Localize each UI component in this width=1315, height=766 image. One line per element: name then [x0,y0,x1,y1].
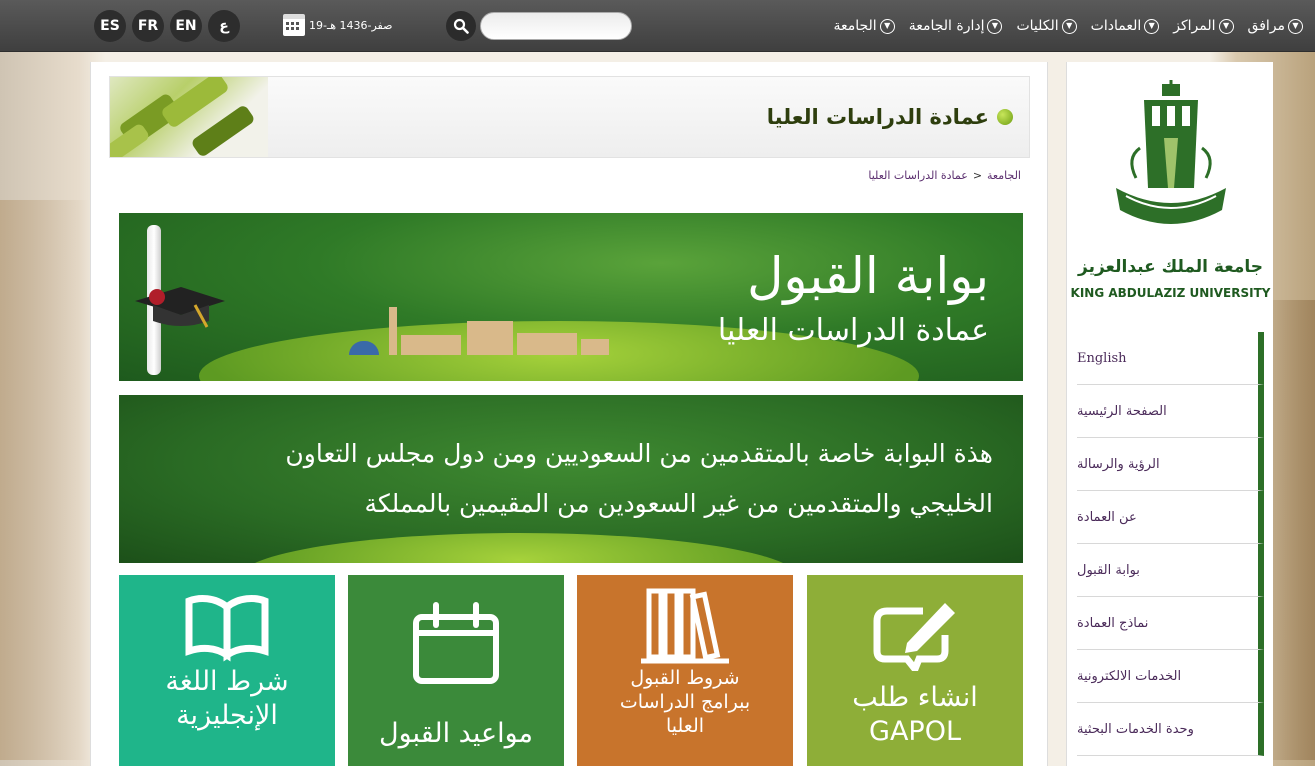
tile-label-line2: GAPOL [869,715,961,747]
pencil-form-icon [873,603,955,671]
notice-line-1: هذة البوابة خاصة بالمتقدمين من السعوديين… [285,439,993,468]
chevron-down-icon: ▼ [1144,18,1160,34]
banner-subtitle: عمادة الدراسات العليا [717,313,989,348]
page-title-text: عمادة الدراسات العليا [766,105,989,129]
tile-english-requirement[interactable]: شرط اللغة الإنجليزية [119,575,335,766]
search-box [446,11,632,41]
page-title: عمادة الدراسات العليا [767,105,1013,129]
nav-item-label: مرافق [1247,18,1285,34]
language-es[interactable]: ES [94,10,126,42]
nav-item-university[interactable]: ▼ الجامعة [833,18,895,34]
open-book-icon [185,595,269,662]
breadcrumb-root-link[interactable]: الجامعة [987,169,1021,182]
notice-line-2: الخليجي والمتقدمين من غير السعودين من ال… [364,489,993,518]
nav-item-label: الجامعة [833,18,877,34]
nav-item-label: إدارة الجامعة [908,18,985,34]
date-text: 19-صفر-1436 هـ [309,18,393,32]
tile-label-line1: شرط اللغة [165,666,289,697]
sidebar-item-e-services[interactable]: الخدمات الالكترونية [1077,650,1264,703]
green-bullet-icon [997,109,1013,125]
tile-label-line2: ببرامج الدراسات [619,690,751,713]
sidebar-menu: English الصفحة الرئيسية الرؤية والرسالة … [1077,332,1264,756]
graduation-cap-icon [135,287,225,328]
tile-label-line1: انشاء طلب [852,682,978,713]
tile-admission-dates[interactable]: مواعيد القبول [348,575,564,766]
top-navigation-bar: ▼ الجامعة ▼ إدارة الجامعة ▼ الكليات ▼ ال… [0,0,1315,52]
language-en[interactable]: EN [170,10,202,42]
language-fr[interactable]: FR [132,10,164,42]
tile-label-line1: مواعيد القبول [378,718,534,749]
tile-label-line1: شروط القبول [630,667,740,689]
sidebar-item-english[interactable]: English [1077,332,1264,385]
nav-item-deanships[interactable]: ▼ العمادات [1091,18,1160,34]
notice-hill-graphic [239,533,799,563]
university-logo[interactable] [1067,78,1274,238]
tile-admission-requirements[interactable]: شروط القبول ببرامج الدراسات العليا [577,575,793,766]
main-content: عمادة الدراسات العليا الجامعة > عمادة ال… [90,62,1048,766]
tile-label-line2: الإنجليزية [176,699,278,731]
breadcrumb-separator: > [972,169,983,182]
admission-portal-banner[interactable]: بوابة القبول عمادة الدراسات العليا [119,213,1023,381]
tile-create-gapol-application[interactable]: انشاء طلب GAPOL [807,575,1023,766]
nav-item-centers[interactable]: ▼ المراكز [1173,18,1234,34]
sidebar-item-home[interactable]: الصفحة الرئيسية [1077,385,1264,438]
hijri-date: 19-صفر-1436 هـ [283,14,392,36]
quick-links: شرط اللغة الإنجليزية مواعيد القبول شروط … [119,575,1023,766]
university-name-arabic: جامعة الملك عبدالعزيز [1078,257,1263,277]
sidebar-item-research-services[interactable]: وحدة الخدمات البحثية [1077,703,1264,756]
eligibility-notice-banner: هذة البوابة خاصة بالمتقدمين من السعوديين… [119,395,1023,563]
campus-skyline-graphic [349,305,609,355]
sidebar-item-vision-mission[interactable]: الرؤية والرسالة [1077,438,1264,491]
nav-item-label: المراكز [1173,18,1216,34]
search-input[interactable] [480,12,632,40]
chevron-down-icon: ▼ [1061,18,1077,34]
nav-item-colleges[interactable]: ▼ الكليات [1016,18,1077,34]
nav-item-label: الكليات [1016,18,1059,34]
language-switcher: ES FR EN ع [94,10,240,42]
banner-title: بوابة القبول [747,247,989,305]
sidebar: جامعة الملك عبدالعزيز KING ABDULAZIZ UNI… [1066,62,1273,766]
breadcrumb-current-link[interactable]: عمادة الدراسات العليا [868,169,967,182]
breadcrumb: الجامعة > عمادة الدراسات العليا [868,169,1021,182]
chevron-down-icon: ▼ [879,18,895,34]
language-ar[interactable]: ع [208,10,240,42]
background-building-left [0,200,90,760]
sidebar-item-forms[interactable]: نماذج العمادة [1077,597,1264,650]
main-nav: ▼ الجامعة ▼ إدارة الجامعة ▼ الكليات ▼ ال… [833,0,1303,52]
nav-item-label: العمادات [1090,18,1142,34]
nav-item-administration[interactable]: ▼ إدارة الجامعة [909,18,1003,34]
chevron-down-icon: ▼ [987,18,1003,34]
chevron-down-icon: ▼ [1218,18,1234,34]
calendar-icon [413,602,499,684]
sidebar-item-about[interactable]: عن العمادة [1077,491,1264,544]
tile-label-line3: العليا [665,714,705,737]
university-name-english: KING ABDULAZIZ UNIVERSITY [1070,286,1271,300]
sidebar-item-admission-portal[interactable]: بوابة القبول [1077,544,1264,597]
chevron-down-icon: ▼ [1288,18,1303,34]
header-decoration-image [110,77,268,157]
university-emblem-icon [1115,80,1226,224]
nav-item-facilities[interactable]: ▼ مرافق [1248,18,1303,34]
search-icon[interactable] [446,11,476,41]
page-header: عمادة الدراسات العليا [109,76,1030,158]
calendar-icon [283,14,305,36]
books-icon [641,588,729,664]
